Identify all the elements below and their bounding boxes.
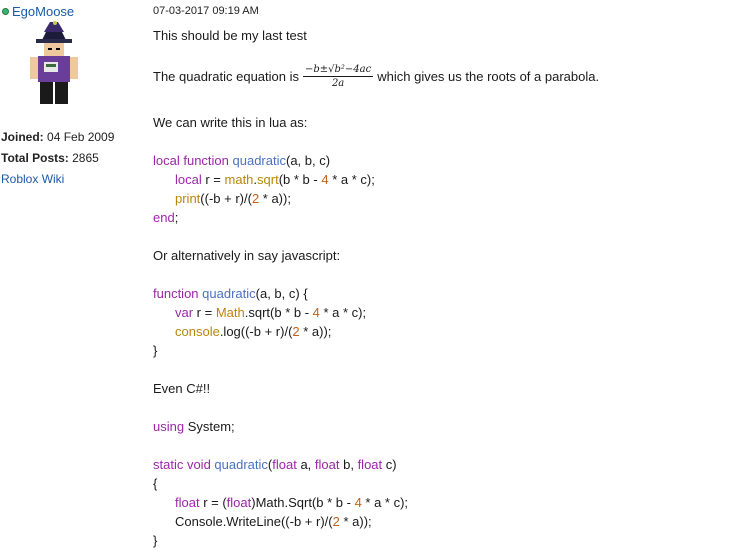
avatar[interactable] xyxy=(24,18,84,108)
formula-fraction: −b±√b²−4ac 2a xyxy=(302,64,374,89)
formula-prefix: The quadratic equation is xyxy=(153,69,299,84)
user-sidebar: EgoMoose Joined: 04 Feb 2009 Total Posts… xyxy=(0,0,140,559)
formula-denominator: 2a xyxy=(331,78,345,89)
post-line-1: This should be my last test xyxy=(153,28,307,43)
formula-numerator: −b±√b²−4ac xyxy=(302,64,374,77)
posts-value: 2865 xyxy=(72,151,99,165)
cs-line-4: float r = (float)Math.Sqrt(b * b - 4 * a… xyxy=(175,495,409,510)
js-line-3: console.log((-b + r)/(2 * a)); xyxy=(175,324,332,339)
quadratic-formula-line: The quadratic equation is −b±√b²−4ac 2a … xyxy=(153,64,599,89)
js-line-2: var r = Math.sqrt(b * b - 4 * a * c); xyxy=(175,305,367,320)
post-timestamp: 07-03-2017 09:19 AM xyxy=(153,5,259,17)
username-link[interactable]: EgoMoose xyxy=(12,4,74,19)
lua-line-4: end; xyxy=(153,210,179,225)
joined-label: Joined: xyxy=(1,130,44,144)
lua-intro: We can write this in lua as: xyxy=(153,115,308,130)
formula-suffix: which gives us the roots of a parabola. xyxy=(377,69,600,84)
posts-stat: Total Posts: 2865 xyxy=(1,151,99,165)
cs-line-1: using System; xyxy=(153,419,235,434)
joined-stat: Joined: 04 Feb 2009 xyxy=(1,130,114,144)
joined-value: 04 Feb 2009 xyxy=(47,130,115,144)
cs-line-3: { xyxy=(153,476,158,491)
cs-line-5: Console.WriteLine((-b + r)/(2 * a)); xyxy=(175,514,372,529)
js-intro: Or alternatively in say javascript: xyxy=(153,248,341,263)
cs-line-6: } xyxy=(153,533,158,548)
js-line-1: function quadratic(a, b, c) { xyxy=(153,286,308,301)
lua-line-3: print((-b + r)/(2 * a)); xyxy=(175,191,291,206)
cs-line-2: static void quadratic(float a, float b, … xyxy=(153,457,397,472)
roblox-wiki-link[interactable]: Roblox Wiki xyxy=(1,172,64,186)
user-row: EgoMoose xyxy=(2,3,74,19)
lua-line-2: local r = math.sqrt(b * b - 4 * a * c); xyxy=(175,172,375,187)
online-status-icon xyxy=(2,7,9,15)
lua-line-1: local function quadratic(a, b, c) xyxy=(153,153,331,168)
posts-label: Total Posts: xyxy=(1,151,69,165)
js-line-4: } xyxy=(153,343,158,358)
cs-intro: Even C#!! xyxy=(153,381,211,396)
